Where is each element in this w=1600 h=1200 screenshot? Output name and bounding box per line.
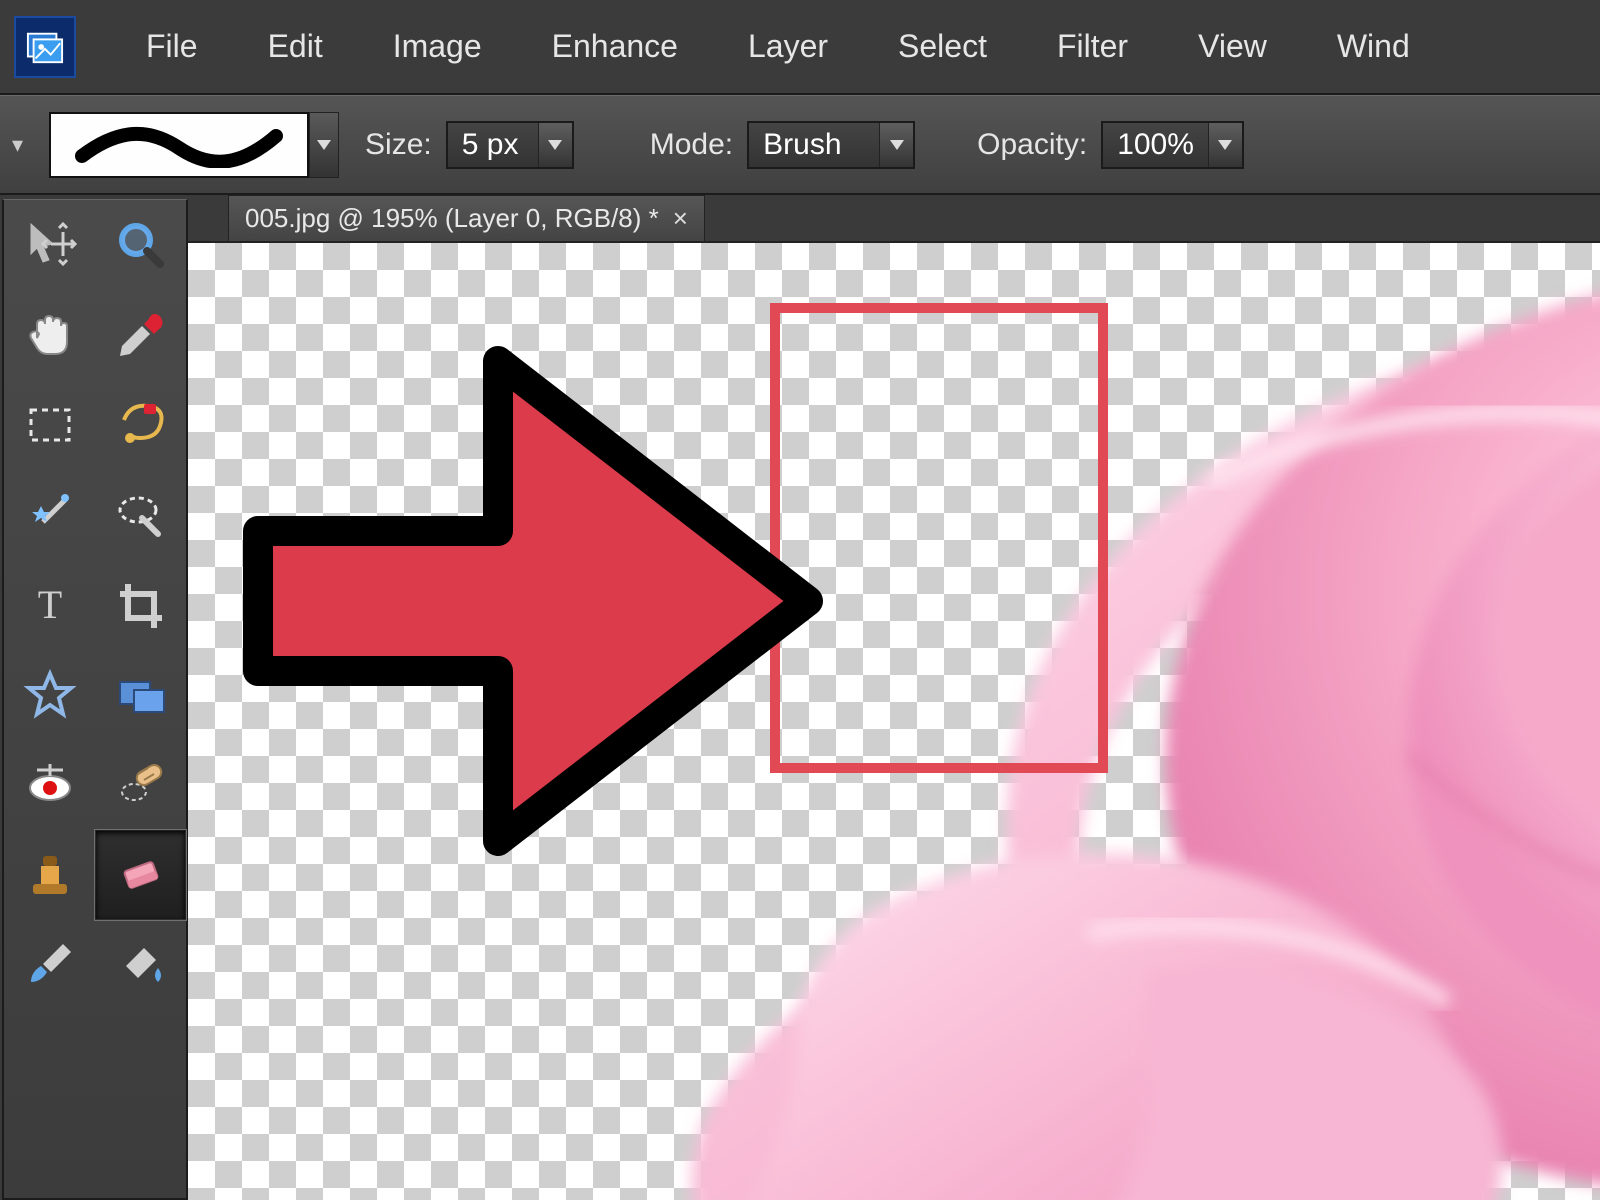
- size-label: Size:: [365, 128, 432, 162]
- eraser-tool[interactable]: [95, 830, 186, 920]
- image-content: [448, 243, 1600, 1200]
- cookie-cutter-tool[interactable]: [4, 650, 95, 740]
- opacity-field[interactable]: 100%: [1101, 121, 1244, 169]
- lasso-tool[interactable]: [95, 380, 186, 470]
- menu-window[interactable]: Wind: [1337, 28, 1410, 65]
- menu-filter[interactable]: Filter: [1057, 28, 1128, 65]
- work-area: T 005.jpg @ 195% (Layer 0, RGB/8) * ×: [0, 195, 1600, 1200]
- options-menu-icon[interactable]: ▾: [12, 132, 23, 158]
- menu-image[interactable]: Image: [393, 28, 482, 65]
- brush-tool[interactable]: [4, 920, 95, 1010]
- paint-bucket-tool[interactable]: [95, 920, 186, 1010]
- menu-file[interactable]: File: [146, 28, 198, 65]
- quick-selection-tool[interactable]: [95, 470, 186, 560]
- toolbox: T: [2, 199, 188, 1200]
- document-tab[interactable]: 005.jpg @ 195% (Layer 0, RGB/8) * ×: [228, 195, 705, 241]
- hand-tool[interactable]: [4, 290, 95, 380]
- crop-tool[interactable]: [95, 560, 186, 650]
- move-tool[interactable]: [4, 200, 95, 290]
- menu-bar: File Edit Image Enhance Layer Select Fil…: [0, 0, 1600, 95]
- mode-value[interactable]: Brush: [749, 128, 879, 162]
- mode-dropdown[interactable]: [879, 123, 913, 167]
- zoom-tool[interactable]: [95, 200, 186, 290]
- annotation-highlight-rect: [770, 303, 1108, 773]
- opacity-label: Opacity:: [977, 128, 1087, 162]
- menu-view[interactable]: View: [1198, 28, 1267, 65]
- document-tab-title: 005.jpg @ 195% (Layer 0, RGB/8) *: [245, 203, 659, 234]
- red-eye-tool[interactable]: [4, 740, 95, 830]
- menu-select[interactable]: Select: [898, 28, 987, 65]
- mode-label: Mode:: [650, 128, 733, 162]
- menu-edit[interactable]: Edit: [268, 28, 323, 65]
- app-logo: [14, 16, 76, 78]
- straighten-tool[interactable]: [95, 650, 186, 740]
- size-value[interactable]: 5 px: [448, 128, 538, 162]
- eyedropper-tool[interactable]: [95, 290, 186, 380]
- magic-wand-tool[interactable]: [4, 470, 95, 560]
- svg-text:T: T: [37, 582, 61, 627]
- document-tab-strip: 005.jpg @ 195% (Layer 0, RGB/8) * ×: [188, 195, 1600, 243]
- brush-preset-preview[interactable]: [49, 112, 309, 178]
- menu-enhance[interactable]: Enhance: [552, 28, 678, 65]
- tool-options-bar: ▾ Size: 5 px Mode: Brush Opacity: 100%: [0, 95, 1600, 195]
- mode-field[interactable]: Brush: [747, 121, 915, 169]
- canvas[interactable]: [188, 243, 1600, 1200]
- rectangular-marquee-tool[interactable]: [4, 380, 95, 470]
- clone-stamp-tool[interactable]: [4, 830, 95, 920]
- document-area: 005.jpg @ 195% (Layer 0, RGB/8) * ×: [188, 195, 1600, 1200]
- brush-preset-dropdown[interactable]: [309, 112, 339, 178]
- close-tab-icon[interactable]: ×: [673, 203, 688, 234]
- spot-healing-tool[interactable]: [95, 740, 186, 830]
- annotation-arrow: [198, 321, 838, 881]
- menu-layer[interactable]: Layer: [748, 28, 828, 65]
- opacity-dropdown[interactable]: [1208, 123, 1242, 167]
- size-field[interactable]: 5 px: [446, 121, 574, 169]
- opacity-value[interactable]: 100%: [1103, 128, 1208, 162]
- type-tool[interactable]: T: [4, 560, 95, 650]
- size-dropdown[interactable]: [538, 123, 572, 167]
